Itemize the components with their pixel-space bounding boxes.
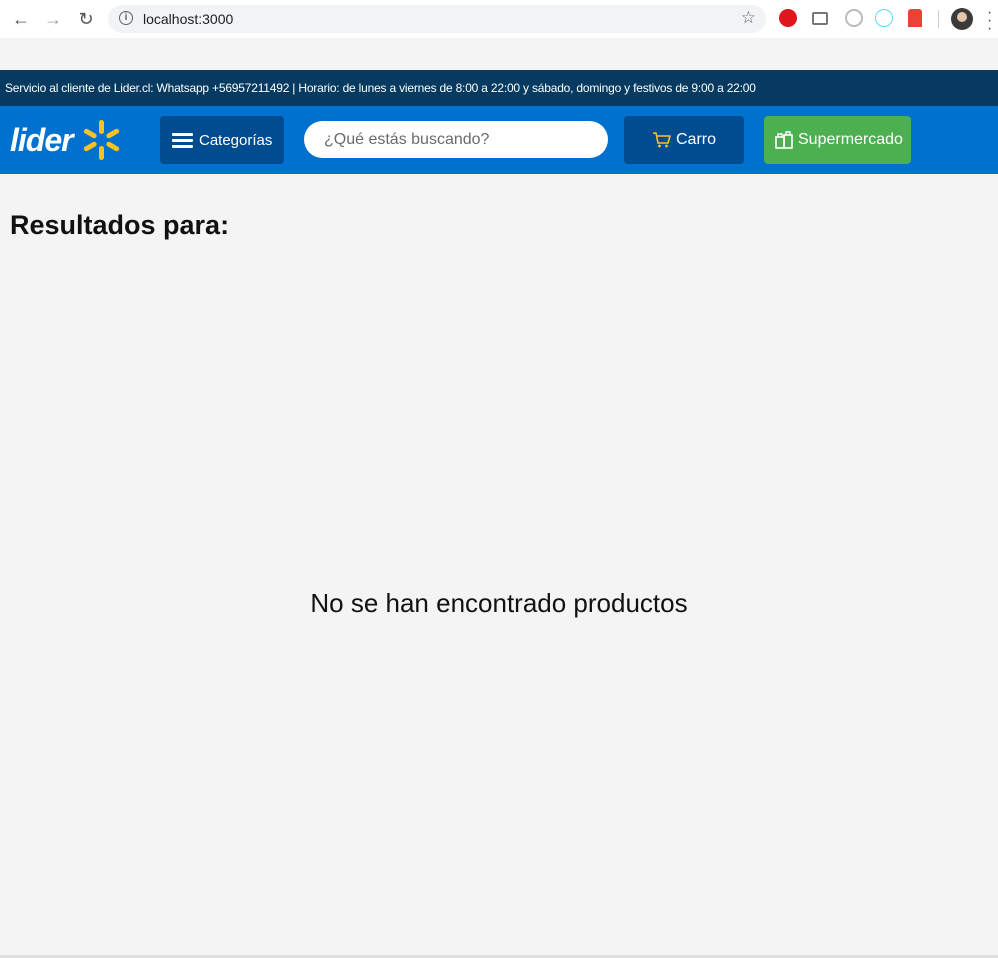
lighthouse-icon[interactable]	[908, 9, 922, 27]
browser-menu-icon[interactable]: · · ·	[987, 5, 992, 37]
spark-icon	[79, 118, 123, 162]
site-header: lider Categorías Carro Supermercado	[0, 106, 998, 174]
cart-icon	[653, 132, 671, 148]
info-icon[interactable]: i	[119, 11, 133, 25]
categories-button[interactable]: Categorías	[160, 116, 284, 164]
announcement-bar: Servicio al cliente de Lider.cl: Whatsap…	[0, 70, 998, 106]
circle-extension-icon[interactable]	[845, 9, 863, 27]
supermarket-label: Supermercado	[798, 131, 903, 148]
results-title: Resultados para:	[10, 210, 230, 240]
star-icon[interactable]: ☆	[741, 8, 756, 28]
toolbar-separator	[938, 10, 939, 28]
cart-button[interactable]: Carro	[624, 116, 744, 164]
supermarket-button[interactable]: Supermercado	[764, 116, 911, 164]
logo-text: lider	[10, 121, 74, 158]
cart-label: Carro	[676, 131, 717, 148]
opera-extension-icon[interactable]	[779, 9, 797, 27]
profile-avatar[interactable]	[951, 8, 973, 30]
empty-results-message: No se han encontrado productos	[310, 588, 688, 618]
site-logo[interactable]: lider	[10, 116, 123, 164]
address-url[interactable]: localhost:3000	[143, 11, 233, 27]
forward-arrow-icon[interactable]: →	[42, 8, 64, 30]
cast-extension-icon[interactable]	[812, 12, 828, 25]
search-input[interactable]	[304, 121, 608, 158]
categories-label: Categorías	[199, 131, 273, 149]
reload-icon[interactable]: ↻	[75, 8, 97, 30]
bag-icon	[775, 131, 793, 149]
react-devtools-icon[interactable]	[875, 9, 893, 27]
browser-toolbar: ← → ↻ i localhost:3000 ☆ · · ·	[0, 0, 998, 38]
menu-icon	[172, 132, 193, 148]
address-bar[interactable]: i localhost:3000 ☆	[108, 5, 766, 33]
back-arrow-icon[interactable]: ←	[10, 8, 32, 30]
